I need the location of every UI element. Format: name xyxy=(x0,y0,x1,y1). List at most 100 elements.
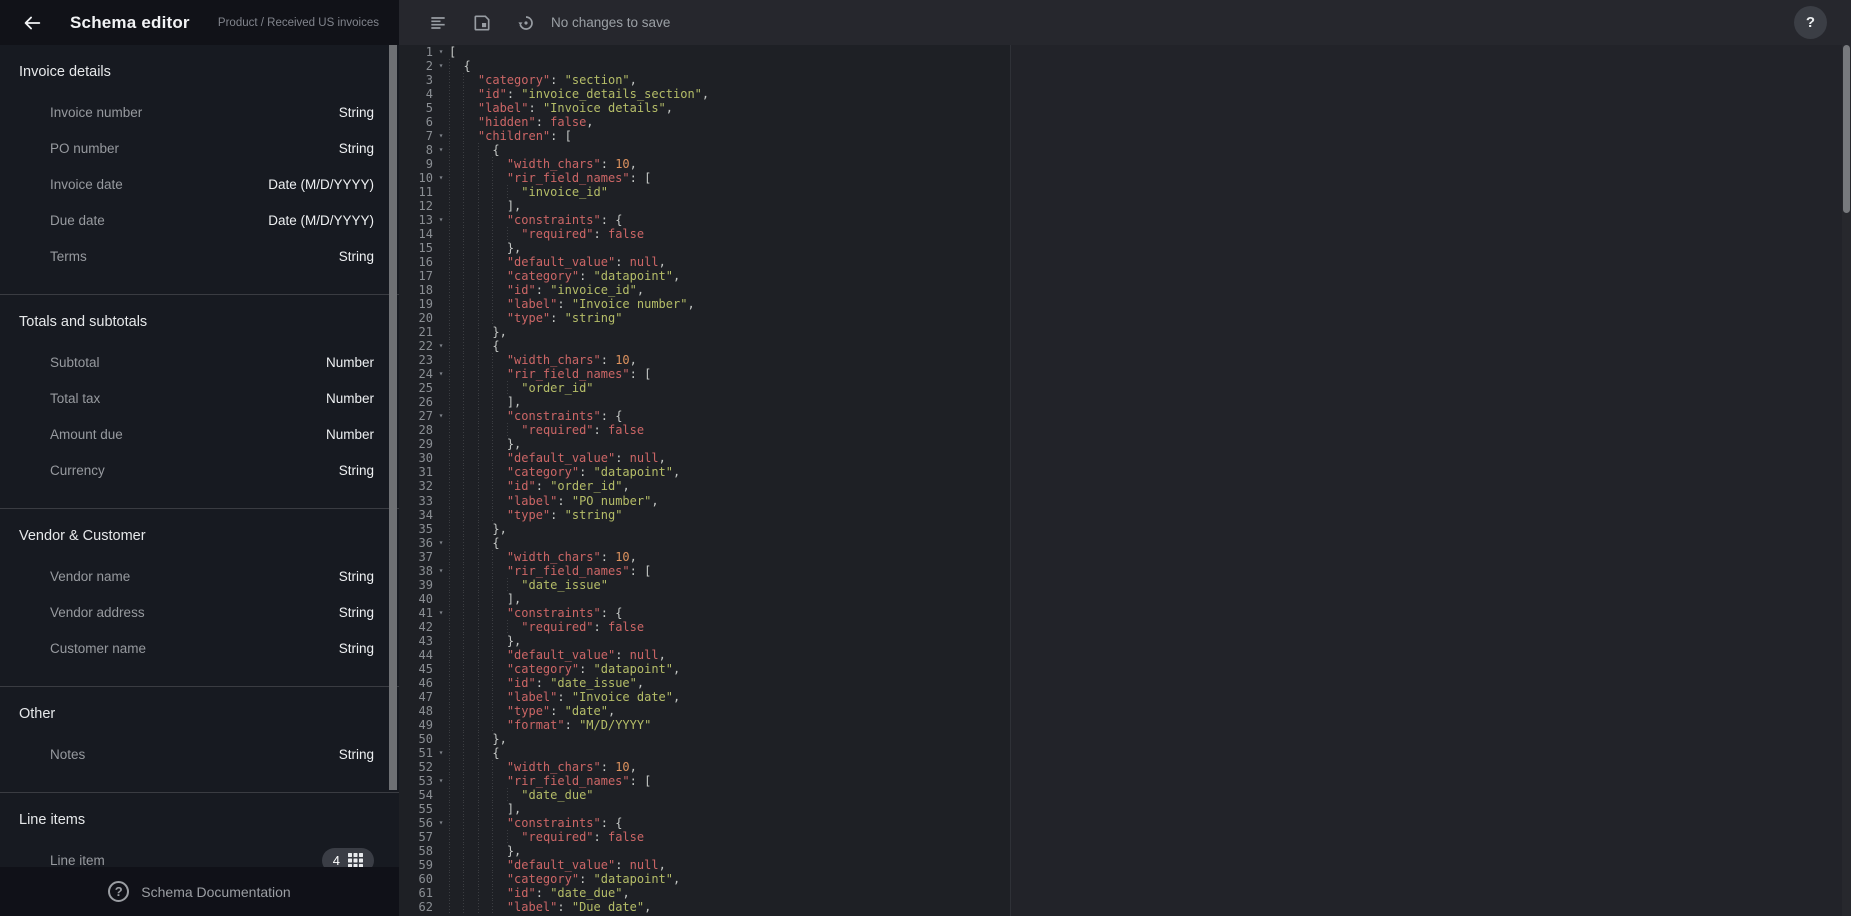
code-line[interactable]: "required": false xyxy=(449,620,1842,634)
line-number[interactable]: 18 xyxy=(399,283,433,297)
code-line[interactable]: "date_issue" xyxy=(449,578,1842,592)
line-number[interactable]: 52 xyxy=(399,760,433,774)
schema-field-row[interactable]: NotesString xyxy=(0,736,399,772)
code-line[interactable]: "hidden": false, xyxy=(449,115,1842,129)
line-number[interactable]: 39 xyxy=(399,578,433,592)
code-fold-toggle-icon[interactable]: ▾ xyxy=(433,59,449,73)
code-fold-toggle-icon[interactable]: ▾ xyxy=(433,816,449,830)
code-fold-toggle-icon[interactable]: ▾ xyxy=(433,339,449,353)
code-line[interactable]: }, xyxy=(449,844,1842,858)
line-number[interactable]: 36 xyxy=(399,536,433,550)
code-line[interactable]: }, xyxy=(449,437,1842,451)
editor-scrollbar-track[interactable] xyxy=(1842,45,1851,916)
code-line[interactable]: "rir_field_names": [ xyxy=(449,774,1842,788)
schema-field-row[interactable]: Vendor addressString xyxy=(0,594,399,630)
line-number[interactable]: 4 xyxy=(399,87,433,101)
line-number[interactable]: 9 xyxy=(399,157,433,171)
schema-field-row[interactable]: PO numberString xyxy=(0,130,399,166)
line-number[interactable]: 32 xyxy=(399,479,433,493)
line-number[interactable]: 12 xyxy=(399,199,433,213)
code-line[interactable]: "default_value": null, xyxy=(449,858,1842,872)
code-line[interactable]: "default_value": null, xyxy=(449,648,1842,662)
code-line[interactable]: "label": "Invoice number", xyxy=(449,297,1842,311)
line-number[interactable]: 35 xyxy=(399,522,433,536)
code-line[interactable]: "constraints": { xyxy=(449,816,1842,830)
line-number[interactable]: 40 xyxy=(399,592,433,606)
line-number[interactable]: 62 xyxy=(399,900,433,914)
code-line[interactable]: { xyxy=(449,339,1842,353)
line-number[interactable]: 6 xyxy=(399,115,433,129)
line-number[interactable]: 8 xyxy=(399,143,433,157)
schema-field-row[interactable]: CurrencyString xyxy=(0,452,399,488)
line-number[interactable]: 5 xyxy=(399,101,433,115)
code-line[interactable]: "rir_field_names": [ xyxy=(449,367,1842,381)
line-number[interactable]: 57 xyxy=(399,830,433,844)
code-line[interactable]: ], xyxy=(449,802,1842,816)
line-number[interactable]: 60 xyxy=(399,872,433,886)
code-line[interactable]: "id": "invoice_id", xyxy=(449,283,1842,297)
line-number[interactable]: 19 xyxy=(399,297,433,311)
line-number[interactable]: 1 xyxy=(399,45,433,59)
code-fold-toggle-icon[interactable]: ▾ xyxy=(433,774,449,788)
code-fold-toggle-icon[interactable]: ▾ xyxy=(433,45,449,59)
code-line[interactable]: "order_id" xyxy=(449,381,1842,395)
code-line[interactable]: "id": "date_issue", xyxy=(449,676,1842,690)
line-number[interactable]: 42 xyxy=(399,620,433,634)
line-number[interactable]: 15 xyxy=(399,241,433,255)
code-fold-toggle-icon[interactable]: ▾ xyxy=(433,171,449,185)
json-code-editor[interactable]: 1▾2▾34567▾8▾910▾111213▾14151617181920212… xyxy=(399,45,1851,916)
schema-field-row[interactable]: Invoice dateDate (M/D/YYYY) xyxy=(0,166,399,202)
line-number[interactable]: 29 xyxy=(399,437,433,451)
code-line[interactable]: "label": "Due date", xyxy=(449,900,1842,914)
line-number[interactable]: 21 xyxy=(399,325,433,339)
code-line[interactable]: }, xyxy=(449,522,1842,536)
schema-field-row[interactable]: Customer nameString xyxy=(0,630,399,666)
code-line[interactable]: "category": "section", xyxy=(449,73,1842,87)
schema-field-row[interactable]: TermsString xyxy=(0,238,399,274)
code-line[interactable]: "date_due" xyxy=(449,788,1842,802)
schema-field-row[interactable]: Vendor nameString xyxy=(0,558,399,594)
code-fold-toggle-icon[interactable]: ▾ xyxy=(433,213,449,227)
code-line[interactable]: "width_chars": 10, xyxy=(449,760,1842,774)
code-line[interactable]: }, xyxy=(449,634,1842,648)
line-number[interactable]: 17 xyxy=(399,269,433,283)
schema-field-row[interactable]: Total taxNumber xyxy=(0,380,399,416)
editor-scrollbar-thumb[interactable] xyxy=(1843,45,1850,213)
code-line[interactable]: { xyxy=(449,746,1842,760)
line-number[interactable]: 20 xyxy=(399,311,433,325)
line-number[interactable]: 55 xyxy=(399,802,433,816)
line-number[interactable]: 48 xyxy=(399,704,433,718)
code-line[interactable]: "rir_field_names": [ xyxy=(449,171,1842,185)
code-line[interactable]: "required": false xyxy=(449,227,1842,241)
code-line[interactable]: ], xyxy=(449,395,1842,409)
line-number[interactable]: 27 xyxy=(399,409,433,423)
code-fold-toggle-icon[interactable]: ▾ xyxy=(433,367,449,381)
schema-field-row[interactable]: Amount dueNumber xyxy=(0,416,399,452)
code-line[interactable]: "category": "datapoint", xyxy=(449,872,1842,886)
line-number[interactable]: 38 xyxy=(399,564,433,578)
line-number[interactable]: 37 xyxy=(399,550,433,564)
code-fold-toggle-icon[interactable]: ▾ xyxy=(433,564,449,578)
line-number[interactable]: 46 xyxy=(399,676,433,690)
line-number[interactable]: 24 xyxy=(399,367,433,381)
line-number[interactable]: 13 xyxy=(399,213,433,227)
code-line[interactable]: "id": "order_id", xyxy=(449,479,1842,493)
code-fold-toggle-icon[interactable]: ▾ xyxy=(433,536,449,550)
help-button[interactable]: ? xyxy=(1794,6,1827,39)
schema-field-row[interactable]: SubtotalNumber xyxy=(0,344,399,380)
code-line[interactable]: "format": "M/D/YYYY" xyxy=(449,718,1842,732)
line-number[interactable]: 16 xyxy=(399,255,433,269)
history-restore-icon[interactable] xyxy=(516,13,536,33)
back-button[interactable] xyxy=(14,5,50,41)
line-number[interactable]: 26 xyxy=(399,395,433,409)
code-line[interactable]: "constraints": { xyxy=(449,606,1842,620)
save-icon[interactable] xyxy=(472,13,492,33)
line-number[interactable]: 41 xyxy=(399,606,433,620)
line-number[interactable]: 7 xyxy=(399,129,433,143)
code-fold-toggle-icon[interactable]: ▾ xyxy=(433,746,449,760)
line-number[interactable]: 54 xyxy=(399,788,433,802)
line-number[interactable]: 31 xyxy=(399,465,433,479)
code-fold-toggle-icon[interactable]: ▾ xyxy=(433,409,449,423)
code-line[interactable]: { xyxy=(449,143,1842,157)
code-line[interactable]: "width_chars": 10, xyxy=(449,550,1842,564)
